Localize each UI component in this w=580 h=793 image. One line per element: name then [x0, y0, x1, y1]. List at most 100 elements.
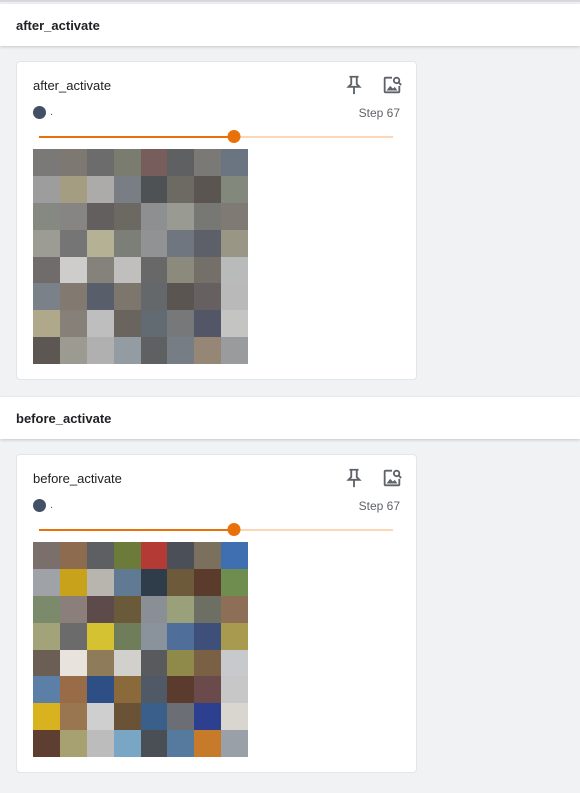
- image-tile: [194, 542, 222, 569]
- image-tile: [221, 202, 248, 230]
- image-tile: [113, 568, 141, 596]
- image-tile: [167, 283, 195, 311]
- image-grid[interactable]: [33, 149, 248, 364]
- image-tile: [221, 175, 248, 203]
- image-tile: [86, 676, 114, 704]
- image-tile: [59, 149, 87, 176]
- image-tile: [59, 730, 87, 757]
- image-tile: [86, 703, 114, 731]
- image-tile: [221, 310, 248, 338]
- image-grid[interactable]: [33, 542, 248, 757]
- slider-thumb[interactable]: [227, 523, 241, 536]
- image-tile: [113, 310, 141, 338]
- image-tile: [113, 229, 141, 257]
- image-tile: [221, 337, 248, 364]
- step-slider[interactable]: [39, 523, 393, 536]
- image-tile: [59, 256, 87, 284]
- image-tile: [33, 703, 60, 731]
- image-tile: [167, 649, 195, 677]
- image-tile: [194, 703, 222, 731]
- image-tile: [59, 649, 87, 677]
- image-tile: [194, 175, 222, 203]
- image-tile: [59, 229, 87, 257]
- image-tile: [194, 676, 222, 704]
- image-tile: [194, 730, 222, 757]
- image-tile: [221, 622, 248, 650]
- image-search-icon[interactable]: [381, 74, 403, 96]
- image-tile: [86, 149, 114, 176]
- image-tile: [33, 229, 60, 257]
- image-tile: [140, 595, 168, 623]
- image-tile: [113, 703, 141, 731]
- image-tile: [113, 730, 141, 757]
- image-tile: [140, 175, 168, 203]
- step-slider[interactable]: [39, 130, 393, 143]
- image-tile: [86, 622, 114, 650]
- image-tile: [167, 337, 195, 364]
- slider-fill: [39, 136, 234, 138]
- image-tile: [167, 703, 195, 731]
- image-tile: [140, 730, 168, 757]
- image-tile: [221, 283, 248, 311]
- image-tile: [140, 283, 168, 311]
- image-tile: [113, 149, 141, 176]
- image-tile: [86, 310, 114, 338]
- pin-icon[interactable]: [343, 467, 365, 489]
- image-tile: [140, 703, 168, 731]
- image-tile: [194, 622, 222, 650]
- image-tile: [221, 256, 248, 284]
- image-tile: [194, 310, 222, 338]
- image-tile: [86, 595, 114, 623]
- section-title: before_activate: [16, 410, 112, 426]
- image-tile: [33, 649, 60, 677]
- image-tile: [140, 149, 168, 176]
- image-tile: [221, 595, 248, 623]
- image-tile: [86, 337, 114, 364]
- image-tile: [113, 283, 141, 311]
- image-tile: [59, 703, 87, 731]
- image-tile: [113, 202, 141, 230]
- image-tile: [140, 542, 168, 569]
- top-divider: [0, 0, 580, 2]
- run-color-dot: [33, 499, 46, 512]
- image-tile: [221, 229, 248, 257]
- image-tile: [113, 676, 141, 704]
- image-tile: [167, 730, 195, 757]
- section-header-before-activate[interactable]: before_activate: [0, 397, 580, 439]
- section-title: after_activate: [16, 17, 100, 33]
- image-tile: [86, 649, 114, 677]
- image-tile: [33, 622, 60, 650]
- card-title: after_activate: [33, 78, 112, 93]
- image-tile: [194, 256, 222, 284]
- image-tile: [33, 676, 60, 704]
- image-tile: [33, 202, 60, 230]
- image-tile: [140, 310, 168, 338]
- image-tile: [33, 730, 60, 757]
- image-tile: [221, 568, 248, 596]
- pin-icon[interactable]: [343, 74, 365, 96]
- image-tile: [140, 622, 168, 650]
- image-tile: [59, 595, 87, 623]
- run-color-dot: [33, 106, 46, 119]
- image-tile: [59, 337, 87, 364]
- image-tile: [194, 283, 222, 311]
- slider-fill: [39, 529, 234, 531]
- image-tile: [113, 337, 141, 364]
- image-tile: [59, 568, 87, 596]
- image-search-icon[interactable]: [381, 467, 403, 489]
- image-tile: [194, 649, 222, 677]
- image-tile: [59, 676, 87, 704]
- image-tile: [33, 595, 60, 623]
- image-tile: [59, 622, 87, 650]
- image-tile: [167, 542, 195, 569]
- image-tile: [33, 310, 60, 338]
- image-tile: [140, 202, 168, 230]
- image-tile: [221, 649, 248, 677]
- image-tile: [59, 202, 87, 230]
- image-card-after-activate: after_activate . Step 67: [16, 61, 417, 380]
- image-tile: [86, 730, 114, 757]
- section-header-after-activate[interactable]: after_activate: [0, 4, 580, 46]
- image-tile: [140, 568, 168, 596]
- image-tile: [221, 730, 248, 757]
- slider-thumb[interactable]: [227, 130, 241, 143]
